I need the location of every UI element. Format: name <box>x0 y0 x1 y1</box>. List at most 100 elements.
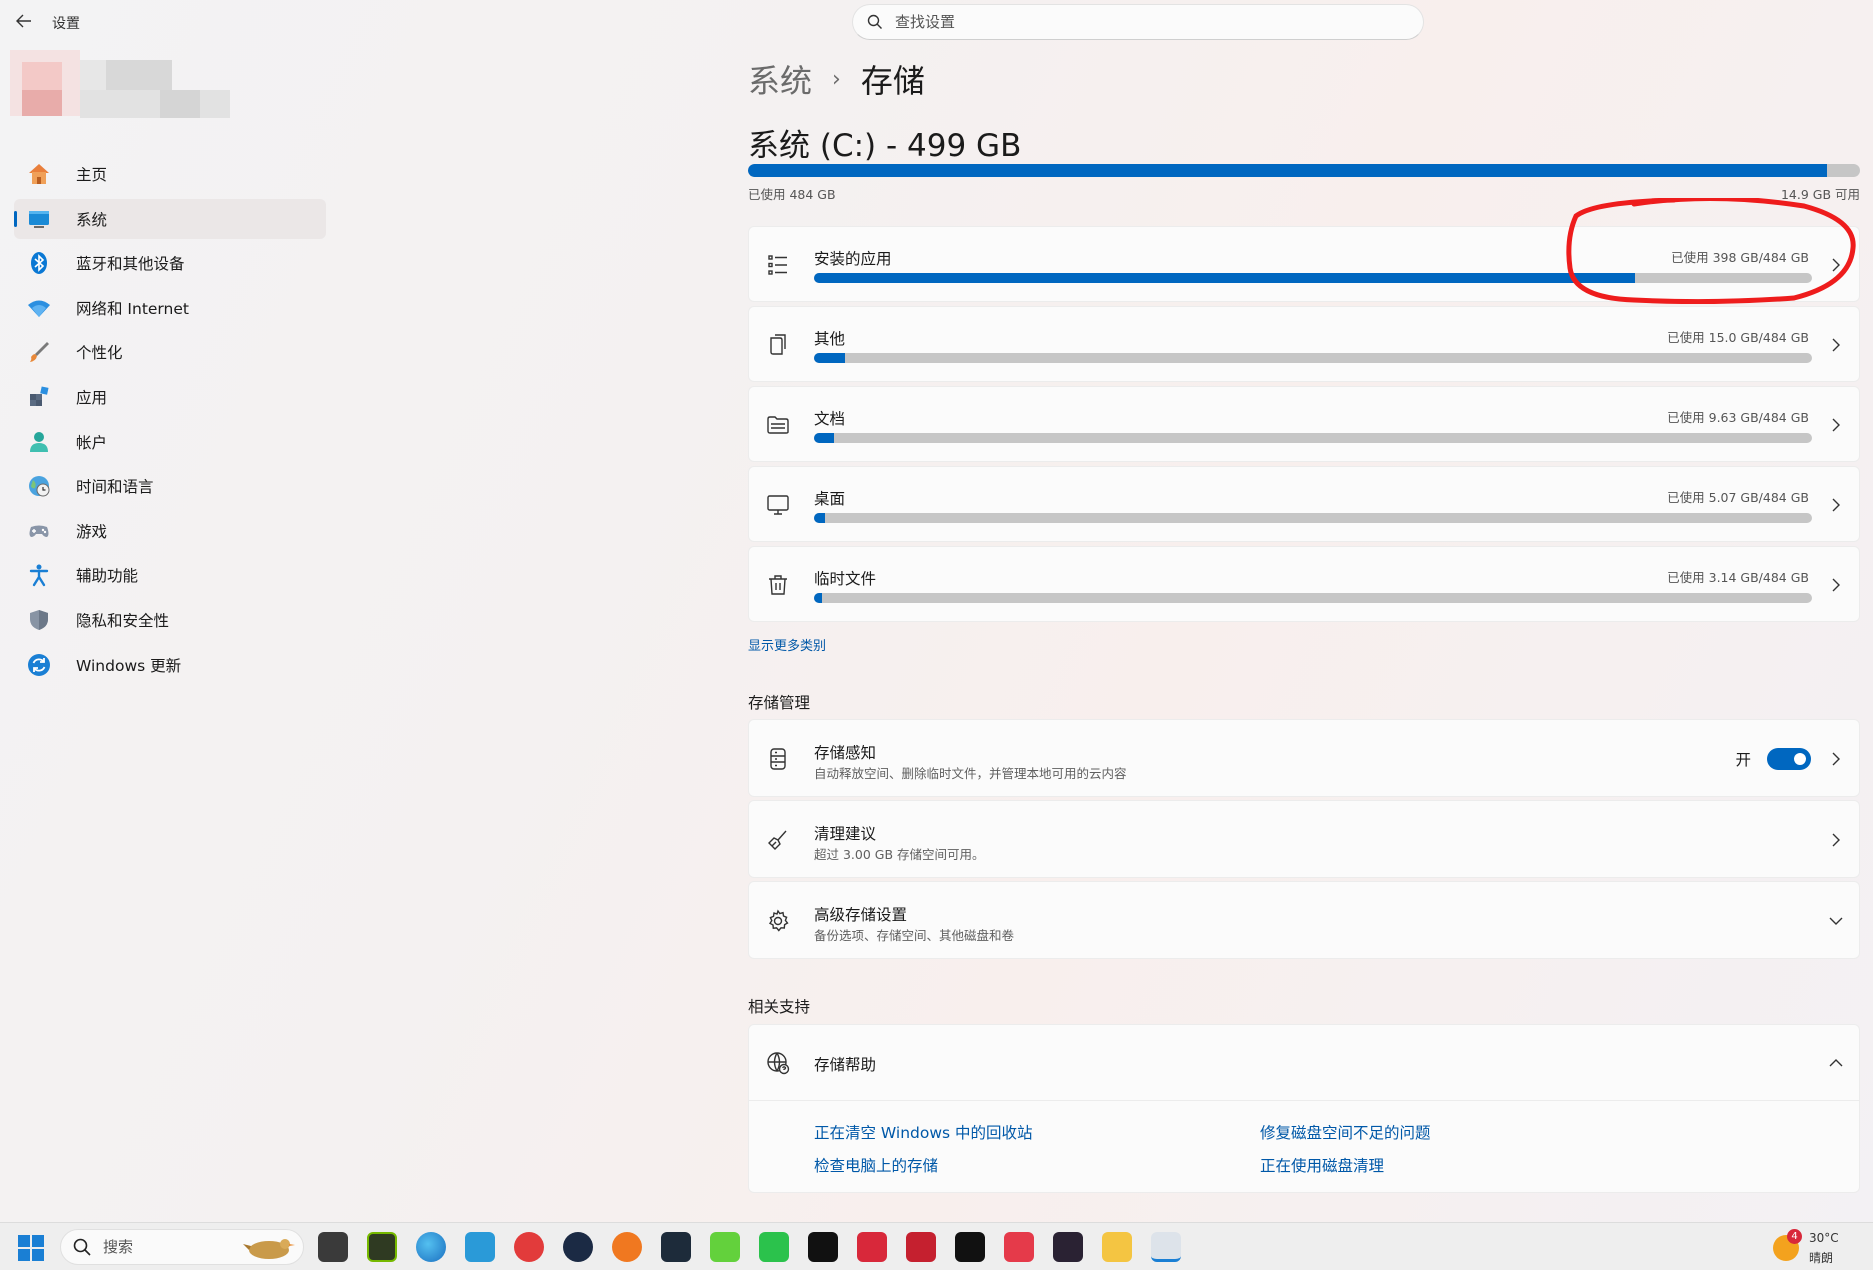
chevron-down-icon <box>1827 912 1845 930</box>
avatar[interactable] <box>10 50 230 130</box>
trash-icon <box>765 572 791 598</box>
globe-help-icon <box>765 1050 791 1076</box>
tiktok-icon[interactable] <box>808 1232 838 1262</box>
taskbar-search-input[interactable] <box>103 1238 223 1256</box>
chevron-right-icon <box>1827 750 1845 768</box>
storage-help-card: 存储帮助 正在清空 Windows 中的回收站 修复磁盘空间不足的问题 检查电脑… <box>748 1024 1860 1193</box>
category-label: 临时文件 <box>814 570 877 588</box>
broom-icon <box>765 827 791 853</box>
category-other[interactable]: 其他 已使用 15.0 GB/484 GB <box>748 306 1860 382</box>
accessibility-icon <box>26 562 52 588</box>
system-icon <box>26 206 52 232</box>
orange-app-icon[interactable] <box>612 1232 642 1262</box>
weather-widget[interactable]: 4 30°C 晴朗 <box>1769 1229 1859 1267</box>
monitor-icon <box>765 492 791 518</box>
steam-icon[interactable] <box>563 1232 593 1262</box>
kook-icon[interactable] <box>710 1232 740 1262</box>
nvidia-app-icon[interactable] <box>367 1232 397 1262</box>
chevron-right-icon <box>1827 576 1845 594</box>
cleanup-description: 超过 3.00 GB 存储空间可用。 <box>814 847 985 862</box>
riot-client-icon[interactable] <box>1004 1232 1034 1262</box>
breadcrumb-parent[interactable]: 系统 <box>748 56 812 102</box>
category-usage-bar <box>814 353 1812 363</box>
category-label: 安装的应用 <box>814 250 892 268</box>
update-icon <box>26 652 52 678</box>
valorant-alt-icon[interactable] <box>906 1232 936 1262</box>
dark-game-icon[interactable] <box>1053 1232 1083 1262</box>
search-box[interactable] <box>852 4 1424 40</box>
advanced-storage-description: 备份选项、存储空间、其他磁盘和卷 <box>814 928 1015 943</box>
sidebar-item-home[interactable]: 主页 <box>14 154 326 194</box>
sidebar-item-apps[interactable]: 应用 <box>14 377 326 417</box>
category-documents[interactable]: 文档 已使用 9.63 GB/484 GB <box>748 386 1860 462</box>
help-link-check-storage[interactable]: 检查电脑上的存储 <box>814 1154 938 1176</box>
category-usage-bar <box>814 513 1812 523</box>
breadcrumb: 系统 › 存储 <box>748 56 925 102</box>
storage-sense-toggle-group: 开 <box>1735 748 1811 770</box>
edge-browser-icon[interactable] <box>416 1232 446 1262</box>
category-usage: 已使用 3.14 GB/484 GB <box>1667 570 1809 585</box>
category-usage-bar <box>814 593 1812 603</box>
list-icon <box>765 252 791 278</box>
taskbar-search[interactable] <box>60 1229 304 1265</box>
desktop-app-icon[interactable] <box>465 1232 495 1262</box>
sidebar-item-personalization[interactable]: 个性化 <box>14 332 326 372</box>
storage-help-title: 存储帮助 <box>814 1056 877 1074</box>
search-input[interactable] <box>895 13 1375 31</box>
netease-music-icon[interactable] <box>514 1232 544 1262</box>
sidebar-item-privacy[interactable]: 隐私和安全性 <box>14 600 326 640</box>
cleanup-label: 清理建议 <box>814 825 877 843</box>
category-temporary-files[interactable]: 临时文件 已使用 3.14 GB/484 GB <box>748 546 1860 622</box>
help-link-recycle-bin[interactable]: 正在清空 Windows 中的回收站 <box>814 1121 1033 1143</box>
drive-used-label: 已使用 484 GB <box>748 187 836 202</box>
sidebar-item-system[interactable]: 系统 <box>14 198 326 239</box>
sidebar-item-time-language[interactable]: 时间和语言 <box>14 466 326 506</box>
search-icon <box>867 14 882 29</box>
sidebar-item-windows-update[interactable]: Windows 更新 <box>14 645 326 685</box>
sidebar-item-bluetooth[interactable]: 蓝牙和其他设备 <box>14 243 326 283</box>
category-usage: 已使用 5.07 GB/484 GB <box>1667 490 1809 505</box>
category-usage-fill <box>814 273 1636 283</box>
sidebar-nav: 主页 系统 蓝牙和其他设备 网络和 Internet 个性化 应用 帐户 时间和… <box>14 154 326 689</box>
sidebar-item-gaming[interactable]: 游戏 <box>14 511 326 551</box>
page-title: 存储 <box>860 62 925 100</box>
document-copy-icon <box>765 332 791 358</box>
storage-sense-toggle[interactable] <box>1767 748 1811 770</box>
show-more-categories-link[interactable]: 显示更多类别 <box>748 635 826 654</box>
category-desktop[interactable]: 桌面 已使用 5.07 GB/484 GB <box>748 466 1860 542</box>
storage-sense-card[interactable]: 存储感知 自动释放空间、删除临时文件，并管理本地可用的云内容 开 <box>748 719 1860 797</box>
chevron-right-icon <box>1827 416 1845 434</box>
chevron-right-icon <box>1827 831 1845 849</box>
sidebar-item-network[interactable]: 网络和 Internet <box>14 288 326 328</box>
league-of-legends-icon[interactable] <box>661 1232 691 1262</box>
file-explorer-icon[interactable] <box>1102 1232 1132 1262</box>
sidebar-item-accessibility[interactable]: 辅助功能 <box>14 555 326 595</box>
help-link-disk-cleanup[interactable]: 正在使用磁盘清理 <box>1260 1154 1384 1176</box>
advanced-storage-settings-card[interactable]: 高级存储设置 备份选项、存储空间、其他磁盘和卷 <box>748 881 1860 959</box>
notification-badge: 4 <box>1787 1229 1802 1244</box>
gear-icon <box>765 908 791 934</box>
chevron-right-icon: › <box>832 66 841 92</box>
settings-app-icon[interactable] <box>1151 1232 1181 1262</box>
cleanup-recommendations-card[interactable]: 清理建议 超过 3.00 GB 存储空间可用。 <box>748 800 1860 878</box>
wechat-icon[interactable] <box>759 1232 789 1262</box>
tiktok-alt-icon[interactable] <box>955 1232 985 1262</box>
valorant-icon[interactable] <box>857 1232 887 1262</box>
gamepad-icon <box>26 518 52 544</box>
chevron-up-icon <box>1827 1054 1845 1072</box>
start-button[interactable] <box>18 1235 44 1261</box>
back-button[interactable] <box>12 10 36 32</box>
task-view-icon[interactable] <box>318 1232 348 1262</box>
help-link-low-disk-space[interactable]: 修复磁盘空间不足的问题 <box>1260 1121 1431 1143</box>
storage-help-header[interactable]: 存储帮助 <box>749 1025 1859 1101</box>
category-usage-fill <box>814 353 845 363</box>
bluetooth-icon <box>26 250 52 276</box>
globe-clock-icon <box>26 473 52 499</box>
category-label: 其他 <box>814 330 846 348</box>
storage-drive-icon <box>765 746 791 772</box>
brush-icon <box>26 339 52 365</box>
section-title-storage-management: 存储管理 <box>748 694 811 712</box>
category-label: 文档 <box>814 410 846 428</box>
sidebar-item-accounts[interactable]: 帐户 <box>14 422 326 462</box>
category-usage-bar <box>814 433 1812 443</box>
